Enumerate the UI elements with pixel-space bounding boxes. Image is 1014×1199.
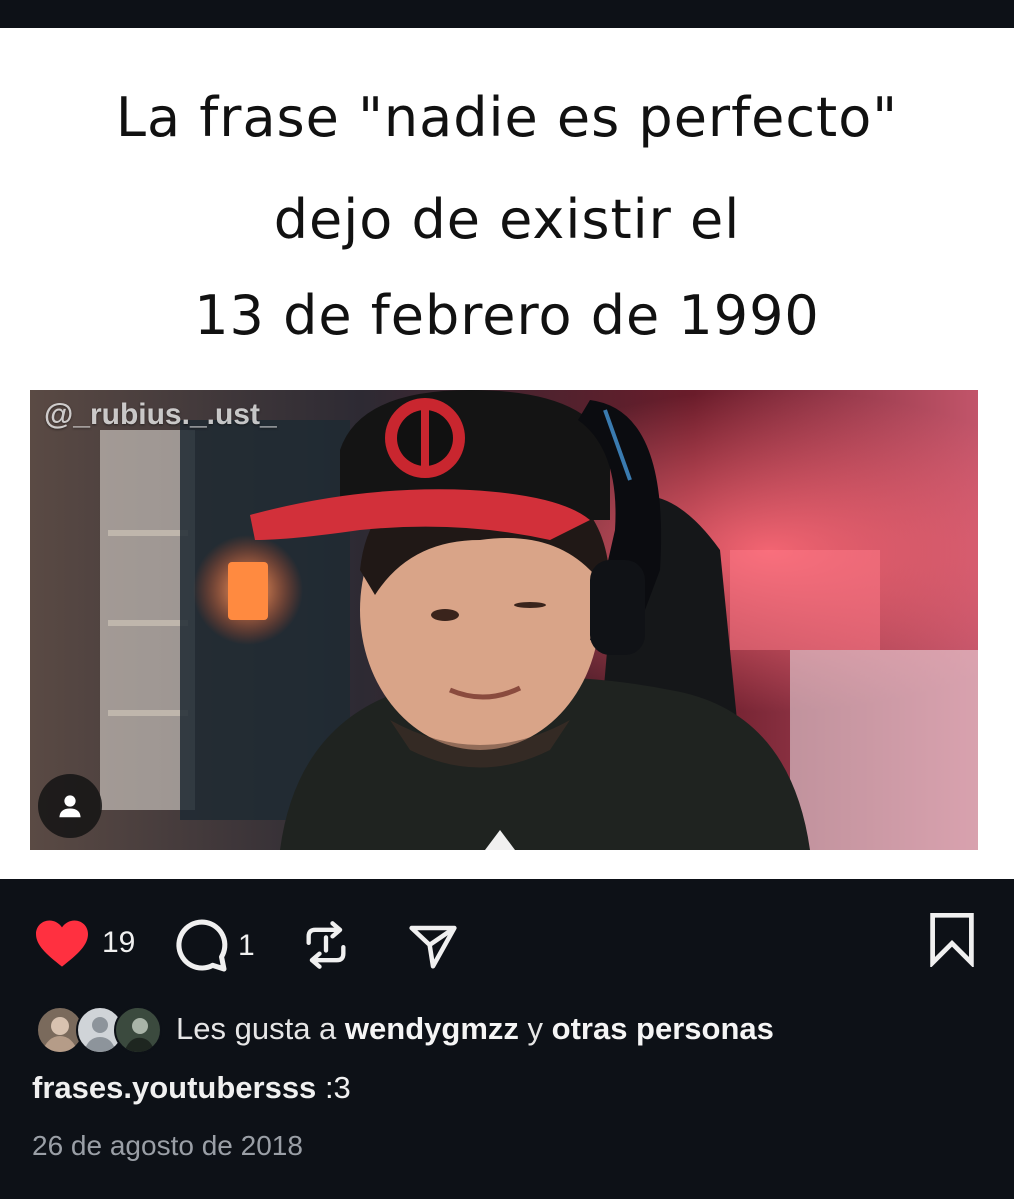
likes-connector: y bbox=[527, 1011, 544, 1046]
image-text-line-1: La frase "nadie es perfecto" bbox=[115, 86, 899, 149]
heart-icon[interactable] bbox=[32, 917, 92, 969]
photo: @_rubius._.ust_ bbox=[30, 390, 978, 850]
avatar bbox=[114, 1006, 162, 1054]
likes-prefix: Les gusta a bbox=[176, 1011, 337, 1046]
like-count: 19 bbox=[102, 926, 136, 959]
post-date: 26 de agosto de 2018 bbox=[32, 1130, 303, 1161]
image-text-line-2: dejo de existir el bbox=[273, 188, 741, 251]
liker-avatars bbox=[36, 1004, 162, 1054]
comment-action: 1 bbox=[172, 917, 255, 975]
bookmark-icon[interactable] bbox=[926, 911, 978, 967]
caption-text: :3 bbox=[324, 1070, 351, 1105]
author-username[interactable]: frases.youtubersss bbox=[32, 1070, 316, 1105]
comment-count: 1 bbox=[238, 929, 255, 962]
status-bar bbox=[0, 0, 1014, 28]
comment-icon[interactable] bbox=[172, 917, 230, 975]
user-tag-button[interactable] bbox=[38, 774, 102, 838]
action-bar: 19 1 bbox=[0, 879, 1014, 989]
user-tag-icon bbox=[59, 795, 81, 818]
image-text-line-3: 13 de febrero de 1990 bbox=[194, 284, 820, 347]
bookmark-action[interactable] bbox=[926, 911, 978, 967]
like-action: 19 bbox=[32, 917, 135, 969]
photo-illustration bbox=[30, 390, 978, 850]
share-action[interactable] bbox=[404, 919, 462, 973]
likes-others[interactable]: otras personas bbox=[552, 1011, 774, 1046]
post-caption: frases.youtubersss :3 bbox=[32, 1070, 351, 1106]
repost-action[interactable] bbox=[300, 917, 352, 973]
share-icon[interactable] bbox=[404, 919, 462, 973]
post-image[interactable]: La frase "nadie es perfecto" dejo de exi… bbox=[0, 28, 1014, 879]
likes-text: Les gusta a wendygmzz y otras personas bbox=[176, 1011, 774, 1047]
watermark: @_rubius._.ust_ bbox=[44, 398, 277, 431]
likes-summary[interactable]: Les gusta a wendygmzz y otras personas bbox=[36, 1004, 774, 1054]
repost-icon[interactable] bbox=[300, 917, 352, 973]
liker-username[interactable]: wendygmzz bbox=[345, 1011, 519, 1046]
